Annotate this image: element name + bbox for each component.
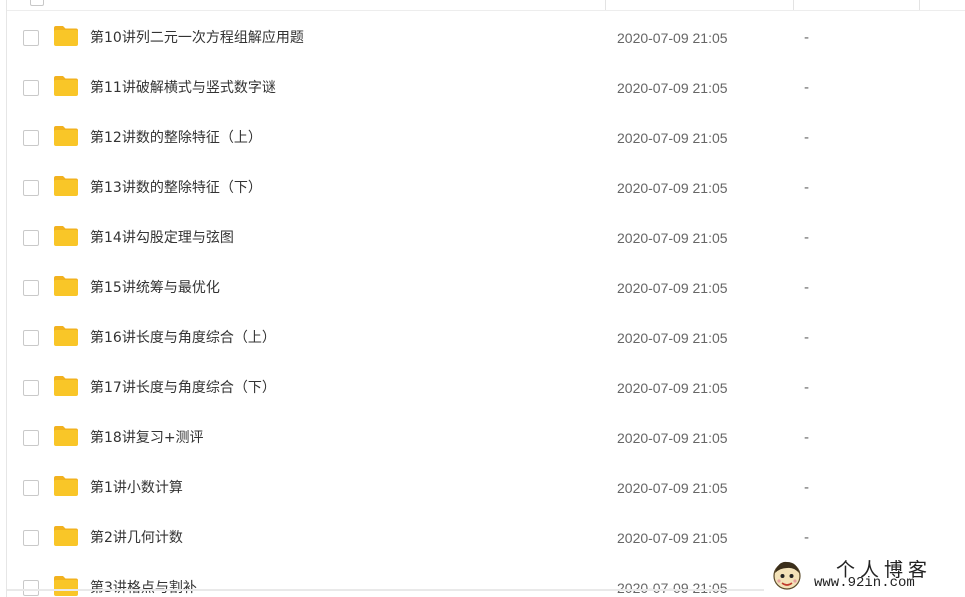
file-size: - <box>804 180 810 196</box>
file-name[interactable]: 第11讲破解横式与竖式数字谜 <box>90 78 276 98</box>
file-size: - <box>804 280 810 296</box>
watermark-url: www.92in.com <box>814 575 915 591</box>
folder-icon <box>54 426 78 446</box>
file-size: - <box>804 480 810 496</box>
file-name[interactable]: 第12讲数的整除特征（上） <box>90 128 262 148</box>
modified-date: 2020-07-09 21:05 <box>617 230 728 246</box>
row-checkbox[interactable] <box>23 130 39 146</box>
file-list-page: 第10讲列二元一次方程组解应用题 2020-07-09 21:05 - 第11讲… <box>0 0 965 597</box>
modified-date: 2020-07-09 21:05 <box>617 280 728 296</box>
file-row[interactable]: 第13讲数的整除特征（下） 2020-07-09 21:05 - <box>7 163 965 213</box>
row-checkbox[interactable] <box>23 30 39 46</box>
file-row[interactable]: 第17讲长度与角度综合（下） 2020-07-09 21:05 - <box>7 363 965 413</box>
file-row[interactable]: 第11讲破解横式与竖式数字谜 2020-07-09 21:05 - <box>7 63 965 113</box>
folder-icon <box>54 576 78 596</box>
file-row[interactable]: 第18讲复习+测评 2020-07-09 21:05 - <box>7 413 965 463</box>
folder-icon <box>54 76 78 96</box>
file-row[interactable]: 第16讲长度与角度综合（上） 2020-07-09 21:05 - <box>7 313 965 363</box>
folder-icon <box>54 476 78 496</box>
modified-date: 2020-07-09 21:05 <box>617 130 728 146</box>
modified-date: 2020-07-09 21:05 <box>617 480 728 496</box>
row-checkbox[interactable] <box>23 530 39 546</box>
folder-icon <box>54 176 78 196</box>
modified-date: 2020-07-09 21:05 <box>617 330 728 346</box>
folder-icon <box>54 126 78 146</box>
file-name[interactable]: 第16讲长度与角度综合（上） <box>90 328 276 348</box>
list-header <box>7 0 965 11</box>
folder-icon <box>54 526 78 546</box>
folder-icon <box>54 376 78 396</box>
file-row[interactable]: 第14讲勾股定理与弦图 2020-07-09 21:05 - <box>7 213 965 263</box>
file-name[interactable]: 第3讲格点与割补 <box>90 578 197 597</box>
file-name[interactable]: 第17讲长度与角度综合（下） <box>90 378 276 398</box>
watermark: 个人博客 www.92in.com <box>764 553 965 597</box>
select-all-checkbox[interactable] <box>30 0 44 6</box>
file-row[interactable]: 第1讲小数计算 2020-07-09 21:05 - <box>7 463 965 513</box>
file-name[interactable]: 第18讲复习+测评 <box>90 428 204 448</box>
folder-icon <box>54 326 78 346</box>
modified-date: 2020-07-09 21:05 <box>617 430 728 446</box>
modified-date: 2020-07-09 21:05 <box>617 80 728 96</box>
row-checkbox[interactable] <box>23 580 39 596</box>
folder-icon <box>54 276 78 296</box>
folder-icon <box>54 26 78 46</box>
avatar-logo-icon <box>773 561 801 590</box>
file-row[interactable]: 第12讲数的整除特征（上） 2020-07-09 21:05 - <box>7 113 965 163</box>
file-name[interactable]: 第1讲小数计算 <box>90 478 183 498</box>
header-separator <box>605 0 606 10</box>
modified-date: 2020-07-09 21:05 <box>617 30 728 46</box>
modified-date: 2020-07-09 21:05 <box>617 180 728 196</box>
file-size: - <box>804 330 810 346</box>
file-row[interactable]: 第10讲列二元一次方程组解应用题 2020-07-09 21:05 - <box>7 13 965 63</box>
horizontal-scrollbar[interactable] <box>7 589 767 591</box>
file-name[interactable]: 第10讲列二元一次方程组解应用题 <box>90 28 304 48</box>
file-size: - <box>804 430 810 446</box>
row-checkbox[interactable] <box>23 330 39 346</box>
file-name[interactable]: 第15讲统筹与最优化 <box>90 278 220 298</box>
row-checkbox[interactable] <box>23 80 39 96</box>
header-separator <box>793 0 794 10</box>
file-size: - <box>804 380 810 396</box>
file-size: - <box>804 530 810 546</box>
file-name[interactable]: 第2讲几何计数 <box>90 528 183 548</box>
row-checkbox[interactable] <box>23 180 39 196</box>
file-name[interactable]: 第14讲勾股定理与弦图 <box>90 228 234 248</box>
file-list: 第10讲列二元一次方程组解应用题 2020-07-09 21:05 - 第11讲… <box>7 13 965 597</box>
file-size: - <box>804 30 810 46</box>
row-checkbox[interactable] <box>23 430 39 446</box>
folder-icon <box>54 226 78 246</box>
file-name[interactable]: 第13讲数的整除特征（下） <box>90 178 262 198</box>
row-checkbox[interactable] <box>23 280 39 296</box>
row-checkbox[interactable] <box>23 480 39 496</box>
modified-date: 2020-07-09 21:05 <box>617 580 728 596</box>
modified-date: 2020-07-09 21:05 <box>617 380 728 396</box>
row-checkbox[interactable] <box>23 380 39 396</box>
file-row[interactable]: 第15讲统筹与最优化 2020-07-09 21:05 - <box>7 263 965 313</box>
file-size: - <box>804 230 810 246</box>
file-size: - <box>804 80 810 96</box>
modified-date: 2020-07-09 21:05 <box>617 530 728 546</box>
row-checkbox[interactable] <box>23 230 39 246</box>
header-separator <box>919 0 920 10</box>
file-size: - <box>804 130 810 146</box>
